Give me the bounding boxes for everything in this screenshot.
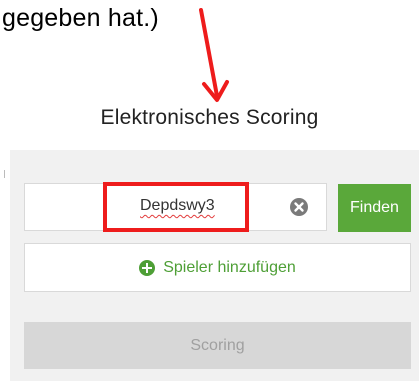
add-player-label: Spieler hinzufügen: [163, 258, 296, 276]
annotation-highlight-box: [103, 182, 249, 232]
scoring-button-label: Scoring: [190, 336, 245, 354]
clear-icon[interactable]: [290, 198, 308, 216]
annotation-arrow-icon: [199, 8, 229, 102]
scoring-button[interactable]: Scoring: [24, 322, 411, 369]
find-button[interactable]: Finden: [338, 184, 411, 232]
annotation-caption: gegeben hat.): [2, 4, 159, 32]
find-button-label: Finden: [350, 199, 399, 216]
add-player-button[interactable]: Spieler hinzufügen: [24, 243, 411, 292]
panel-edge-mark: [4, 170, 5, 178]
page-title: Elektronisches Scoring: [100, 106, 319, 129]
plus-circle-icon: [139, 259, 156, 276]
